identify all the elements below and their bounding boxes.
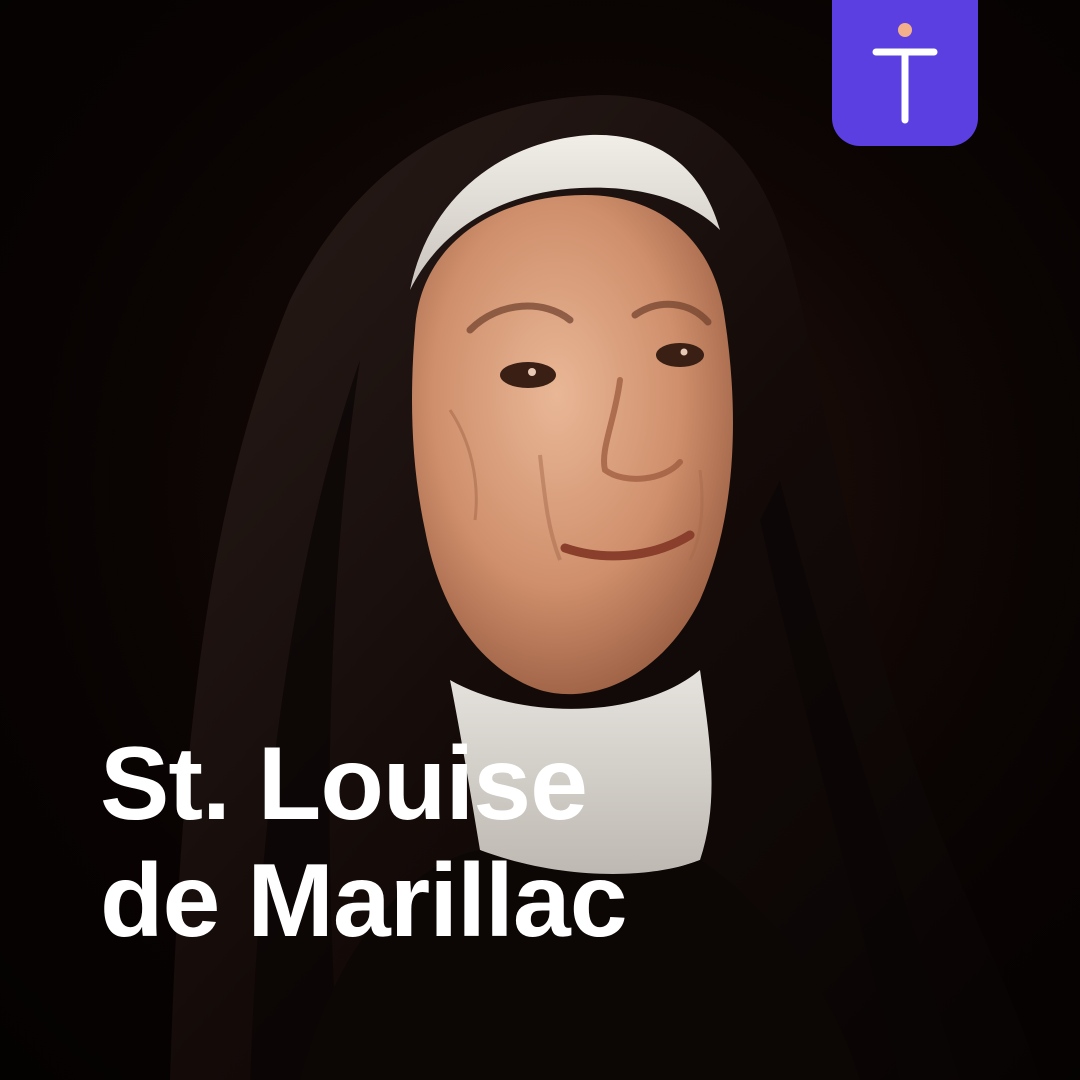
podcast-cover: St. Louise de Marillac [0, 0, 1080, 1080]
title-line-1: St. Louise [100, 726, 588, 842]
brand-badge [832, 0, 978, 146]
saint-name-title: St. Louise de Marillac [100, 726, 628, 960]
t-cross-logo-icon [872, 23, 938, 124]
title-line-2: de Marillac [100, 843, 628, 959]
